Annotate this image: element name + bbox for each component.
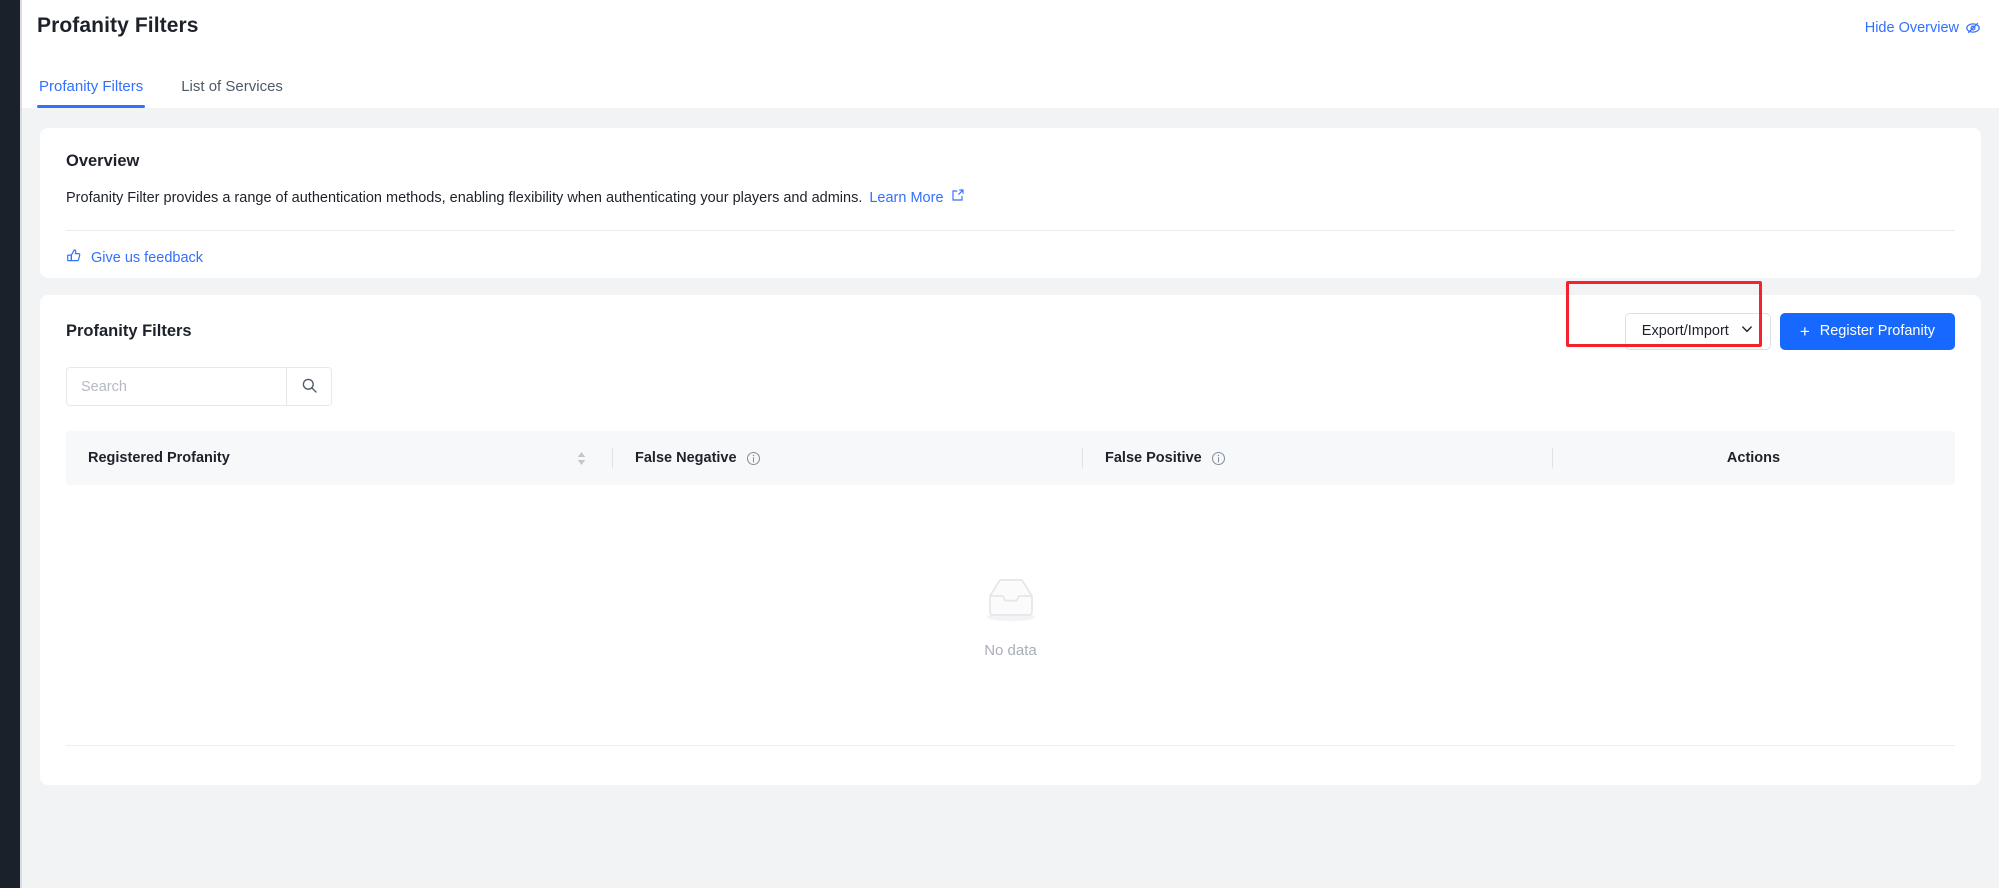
table-footer: [66, 745, 1955, 779]
eye-slash-icon: [1965, 20, 1981, 36]
table-column-false-negative: False Negative: [612, 431, 1082, 485]
search-button[interactable]: [286, 368, 331, 405]
export-import-button[interactable]: Export/Import: [1624, 312, 1771, 350]
column-divider: [612, 447, 613, 469]
thumbs-up-icon: [66, 248, 82, 268]
column-divider: [1552, 447, 1553, 469]
tab-profanity-filters-label: Profanity Filters: [39, 78, 144, 95]
info-circle-icon[interactable]: [746, 451, 761, 466]
tab-profanity-filters[interactable]: Profanity Filters: [37, 78, 146, 108]
give-feedback-link[interactable]: Give us feedback: [66, 248, 203, 268]
table-header-row: Registered Profanity False Negative Fals…: [66, 431, 1955, 485]
empty-state: No data: [979, 572, 1043, 659]
register-profanity-label: Register Profanity: [1819, 323, 1935, 339]
table-column-false-positive-label: False Positive: [1105, 450, 1202, 466]
learn-more-link[interactable]: Learn More: [869, 188, 964, 208]
search-container: [66, 367, 332, 406]
content-area: Overview Profanity Filter provides a ran…: [22, 108, 1999, 888]
left-nav-rail: [0, 0, 20, 888]
table-body: No data: [66, 485, 1955, 745]
empty-inbox-icon: [979, 572, 1043, 631]
info-circle-icon[interactable]: [1211, 451, 1226, 466]
overview-title: Overview: [66, 152, 140, 170]
search-row: [40, 367, 1981, 406]
hide-overview-button[interactable]: Hide Overview: [1865, 20, 1981, 36]
tab-list-of-services-label: List of Services: [181, 78, 283, 95]
table-column-false-positive: False Positive: [1082, 431, 1552, 485]
page-header: Profanity Filters Hide Overview Profanit…: [22, 0, 1999, 108]
page-container: Profanity Filters Hide Overview Profanit…: [22, 0, 1999, 888]
overview-card: Overview Profanity Filter provides a ran…: [40, 128, 1981, 278]
tab-bar: Profanity Filters List of Services: [37, 78, 285, 108]
table-column-false-negative-label: False Negative: [635, 450, 737, 466]
external-link-icon: [951, 188, 965, 208]
overview-description-text: Profanity Filter provides a range of aut…: [66, 190, 863, 206]
page-title: Profanity Filters: [37, 14, 199, 37]
give-feedback-label: Give us feedback: [91, 250, 204, 267]
profanity-filters-card: Profanity Filters Export/Import + Regist…: [40, 281, 1981, 785]
tab-list-of-services[interactable]: List of Services: [179, 78, 285, 108]
sort-arrows-icon[interactable]: [550, 431, 612, 485]
left-rail-divider: [20, 0, 22, 888]
empty-state-text: No data: [984, 641, 1037, 659]
hide-overview-label: Hide Overview: [1864, 20, 1959, 36]
table-column-actions-label: Actions: [1726, 450, 1781, 466]
export-import-label: Export/Import: [1641, 323, 1729, 339]
filters-card-title: Profanity Filters: [66, 321, 192, 340]
column-divider: [1082, 447, 1083, 469]
register-profanity-button[interactable]: + Register Profanity: [1779, 312, 1955, 350]
table-column-actions: Actions: [1552, 431, 1955, 485]
chevron-down-icon: [1740, 322, 1754, 340]
filters-card-actions: Export/Import + Register Profanity: [1624, 312, 1955, 350]
table-column-registered-profanity-label: Registered Profanity: [88, 450, 230, 466]
search-input[interactable]: [67, 368, 286, 405]
filters-card-header: Profanity Filters Export/Import + Regist…: [40, 281, 1981, 367]
profanity-table: Registered Profanity False Negative Fals…: [66, 431, 1955, 745]
learn-more-label: Learn More: [869, 190, 944, 206]
search-icon: [301, 377, 318, 397]
plus-icon: +: [1799, 321, 1810, 341]
table-column-registered-profanity: Registered Profanity: [66, 431, 550, 485]
overview-description-row: Profanity Filter provides a range of aut…: [66, 188, 1955, 232]
